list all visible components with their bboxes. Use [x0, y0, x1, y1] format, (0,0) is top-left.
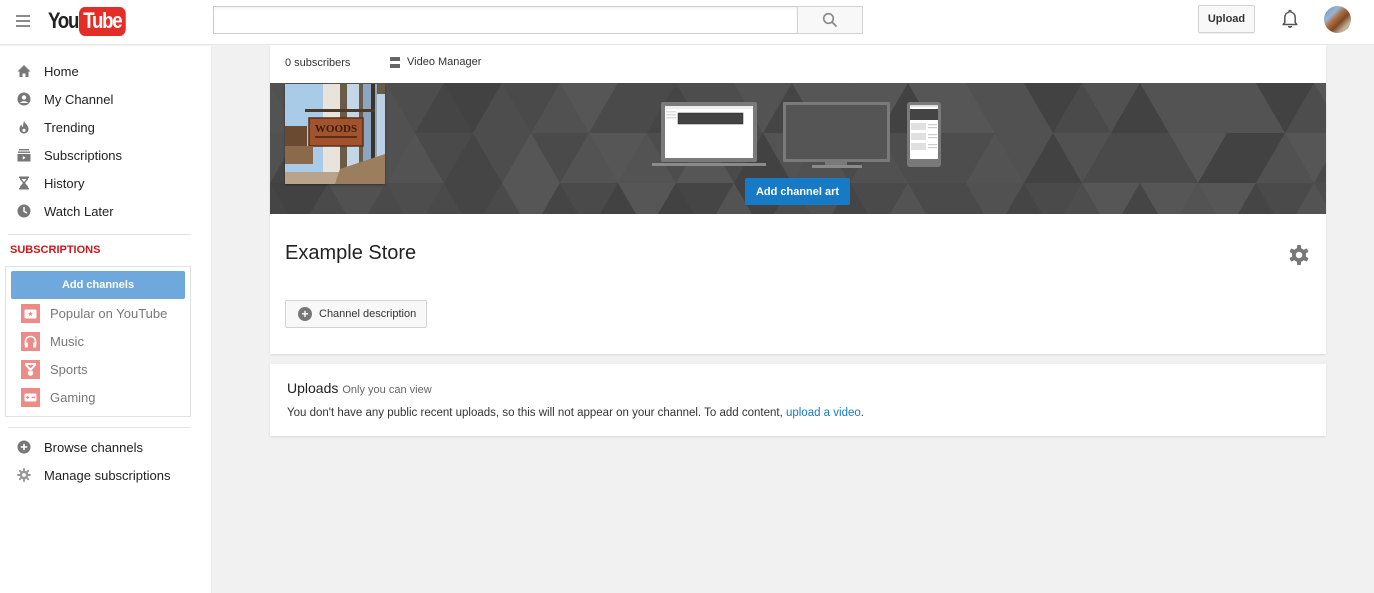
search-bar: [213, 6, 863, 34]
search-icon: [822, 12, 838, 28]
suggested-channel-label: Sports: [50, 361, 88, 377]
channel-description-button[interactable]: + Channel description: [285, 300, 427, 328]
search-input[interactable]: [213, 6, 797, 34]
sidebar-item-home[interactable]: Home: [0, 57, 212, 85]
suggested-channel-label: Gaming: [50, 389, 96, 405]
sidebar-item-label: My Channel: [44, 91, 114, 107]
hamburger-line: [16, 20, 30, 22]
uploads-section: Uploads Only you can view You don't have…: [270, 364, 1326, 436]
trophy-icon: [21, 359, 40, 379]
uploads-visibility: Only you can view: [342, 384, 432, 396]
sidebar-item-label: Manage subscriptions: [44, 467, 171, 483]
uploads-title[interactable]: Uploads: [287, 380, 338, 396]
sidebar-item-subscriptions[interactable]: Subscriptions: [0, 141, 212, 169]
tv-preview-icon: [783, 102, 890, 168]
channel-settings-button[interactable]: [1288, 244, 1310, 266]
suggested-channel-label: Music: [50, 333, 84, 349]
masthead: You Tube Upload: [0, 0, 1374, 45]
uploads-message-end: .: [860, 407, 864, 419]
channel-profile-image[interactable]: WOODS: [285, 84, 385, 184]
youtube-logo[interactable]: You Tube: [48, 6, 134, 36]
channel-stats-bar: 0 subscribers Video Manager: [270, 45, 1326, 83]
home-icon: [17, 64, 31, 78]
laptop-preview-icon: [652, 102, 766, 166]
gamepad-icon: [21, 387, 40, 407]
phone-preview-icon: [907, 102, 941, 167]
video-manager-label: Video Manager: [407, 56, 482, 68]
sidebar-item-label: Watch Later: [44, 203, 114, 219]
flame-icon: [17, 120, 31, 134]
uploads-message-text: You don't have any public recent uploads…: [287, 407, 786, 419]
sidebar-item-label: Browse channels: [44, 439, 143, 455]
subscriber-count: 0 subscribers: [285, 57, 351, 69]
suggested-channel-music[interactable]: Music: [6, 327, 190, 355]
channel-description-label: Channel description: [319, 308, 417, 320]
store-sign-text: WOODS: [315, 123, 357, 135]
bell-icon: [1282, 9, 1298, 28]
plus-circle-icon: +: [298, 307, 312, 321]
video-manager-link[interactable]: Video Manager: [390, 56, 481, 68]
sidebar-item-my-channel[interactable]: My Channel: [0, 85, 212, 113]
suggested-channel-label: Popular on YouTube: [50, 305, 168, 321]
add-channels-button[interactable]: Add channels: [11, 271, 185, 299]
sidebar-item-label: Home: [44, 63, 79, 79]
popular-icon: [21, 303, 40, 323]
sidebar-item-label: Subscriptions: [44, 147, 123, 163]
plus-circle-icon: [17, 440, 31, 454]
subscriptions-heading[interactable]: SUBSCRIPTIONS: [10, 244, 100, 256]
suggested-channels-box: Add channels Popular on YouTube Music Sp…: [5, 266, 191, 417]
logo-you-text: You: [48, 8, 79, 33]
upload-video-link[interactable]: upload a video: [786, 407, 861, 419]
sidebar-divider: [8, 234, 191, 235]
guide-menu-button[interactable]: [16, 13, 32, 29]
suggested-channel-gaming[interactable]: Gaming: [6, 383, 190, 411]
hourglass-icon: [17, 176, 31, 190]
sidebar-divider: [8, 427, 191, 428]
guide-sidebar: Home My Channel Trending Subscriptions H…: [0, 46, 212, 593]
sidebar-item-trending[interactable]: Trending: [0, 113, 212, 141]
clock-icon: [17, 204, 31, 218]
channel-header-card: 0 subscribers Video Manager WOODS Add ch…: [270, 45, 1326, 354]
storefront-photo: WOODS: [285, 84, 385, 184]
headphones-icon: [21, 331, 40, 351]
logo-tube-text: Tube: [79, 6, 127, 36]
sidebar-item-browse-channels[interactable]: Browse channels: [0, 433, 212, 461]
sidebar-item-watch-later[interactable]: Watch Later: [0, 197, 212, 225]
upload-button[interactable]: Upload: [1198, 5, 1255, 33]
video-manager-icon: [390, 56, 400, 68]
suggested-channel-popular[interactable]: Popular on YouTube: [6, 299, 190, 327]
channel-title: Example Store: [285, 242, 417, 264]
channel-banner: WOODS Add channel art: [270, 83, 1326, 214]
notifications-button[interactable]: [1279, 8, 1301, 30]
person-icon: [17, 92, 31, 106]
subscriptions-icon: [17, 148, 31, 162]
add-channel-art-button[interactable]: Add channel art: [745, 178, 850, 205]
sidebar-item-history[interactable]: History: [0, 169, 212, 197]
search-button[interactable]: [797, 6, 863, 34]
uploads-header: Uploads Only you can view: [287, 380, 432, 396]
sidebar-item-label: History: [44, 175, 85, 191]
hamburger-line: [16, 15, 30, 17]
device-preview-illustration: [652, 102, 941, 168]
device-preview: [652, 102, 942, 180]
gear-icon: [17, 468, 31, 482]
sidebar-item-manage-subscriptions[interactable]: Manage subscriptions: [0, 461, 212, 489]
gear-icon: [1289, 245, 1309, 265]
hamburger-line: [16, 25, 30, 27]
account-avatar[interactable]: [1324, 6, 1351, 33]
sidebar-item-label: Trending: [44, 119, 95, 135]
uploads-message: You don't have any public recent uploads…: [287, 407, 864, 419]
suggested-channel-sports[interactable]: Sports: [6, 355, 190, 383]
